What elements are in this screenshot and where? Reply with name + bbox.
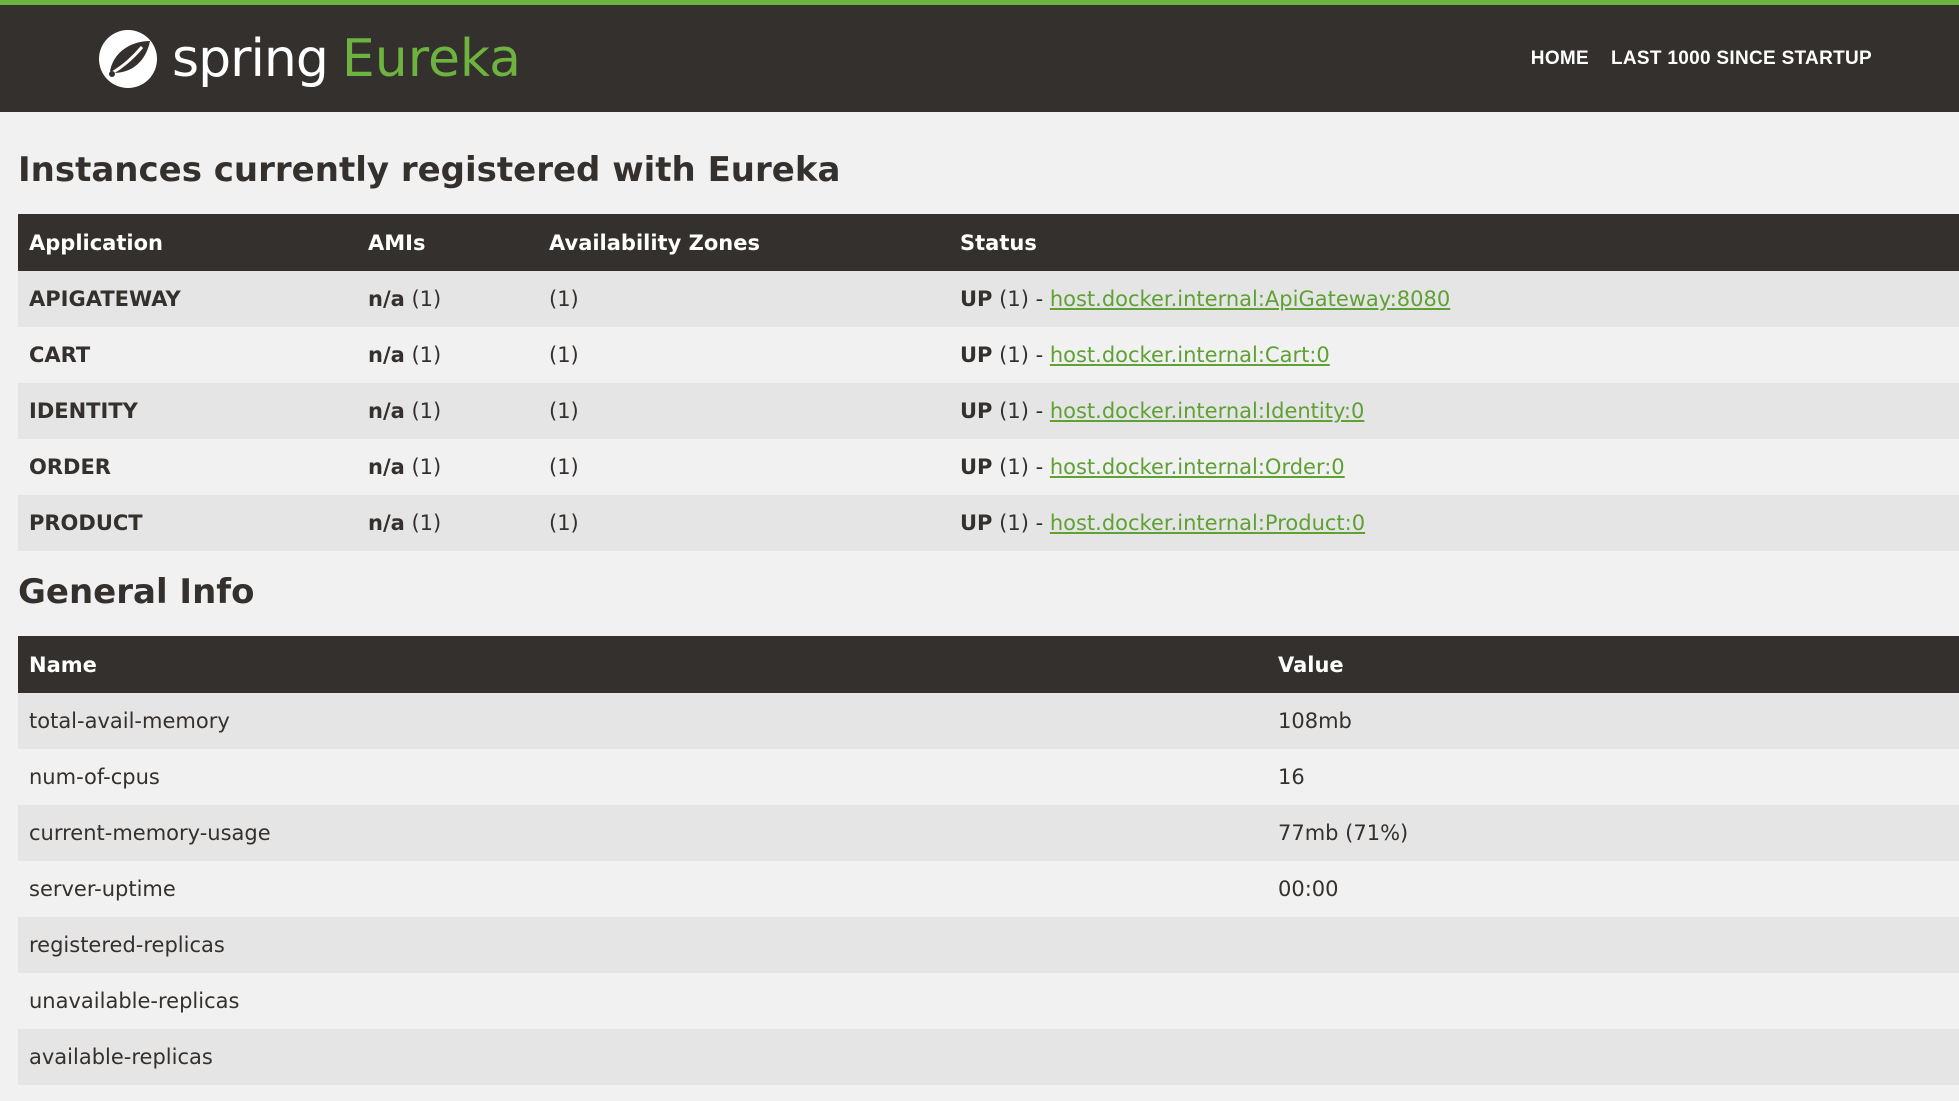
amis-cell: n/a (1)	[357, 271, 538, 327]
amis-count: (1)	[411, 343, 442, 367]
column-header-application: Application	[29, 230, 163, 255]
instance-link[interactable]: host.docker.internal:Order:0	[1050, 455, 1345, 479]
info-name: registered-replicas	[29, 933, 225, 957]
info-value: 00:00	[1278, 877, 1339, 901]
info-value: 108mb	[1278, 709, 1352, 733]
table-row: server-uptime 00:00	[18, 861, 1959, 917]
status-up-label: UP	[960, 287, 993, 311]
amis-cell: n/a (1)	[357, 383, 538, 439]
table-row: APIGATEWAY n/a (1) (1) UP (1) - host.doc…	[18, 271, 1959, 327]
table-row: PRODUCT n/a (1) (1) UP (1) - host.docker…	[18, 495, 1959, 551]
column-header-value: Value	[1278, 652, 1344, 677]
table-row: current-memory-usage 77mb (71%)	[18, 805, 1959, 861]
amis-label: n/a	[368, 343, 405, 367]
status-cell: UP (1) - host.docker.internal:Order:0	[949, 439, 1959, 495]
top-navbar: spring Eureka HOME LAST 1000 SINCE START…	[0, 0, 1959, 112]
zones-cell: (1)	[549, 287, 579, 311]
brand-logo[interactable]: spring Eureka	[96, 24, 521, 94]
instance-link[interactable]: host.docker.internal:ApiGateway:8080	[1050, 287, 1450, 311]
status-count: (1) -	[999, 343, 1044, 367]
application-name: ORDER	[29, 455, 111, 479]
info-name: current-memory-usage	[29, 821, 271, 845]
amis-cell: n/a (1)	[357, 495, 538, 551]
nav-last-1000-link[interactable]: LAST 1000 SINCE STARTUP	[1611, 48, 1872, 70]
zones-cell: (1)	[549, 399, 579, 423]
info-name: server-uptime	[29, 877, 176, 901]
instance-link[interactable]: host.docker.internal:Product:0	[1050, 511, 1365, 535]
zones-cell: (1)	[549, 455, 579, 479]
status-up-label: UP	[960, 455, 993, 479]
table-row: total-avail-memory 108mb	[18, 693, 1959, 749]
status-count: (1) -	[999, 511, 1044, 535]
table-row: available-replicas	[18, 1029, 1959, 1085]
info-name: total-avail-memory	[29, 709, 230, 733]
application-name: PRODUCT	[29, 511, 143, 535]
instance-link[interactable]: host.docker.internal:Cart:0	[1050, 343, 1330, 367]
status-count: (1) -	[999, 455, 1044, 479]
zones-cell: (1)	[549, 511, 579, 535]
amis-cell: n/a (1)	[357, 327, 538, 383]
zones-cell: (1)	[549, 343, 579, 367]
application-name: IDENTITY	[29, 399, 138, 423]
table-row: unavailable-replicas	[18, 973, 1959, 1029]
column-header-status: Status	[960, 230, 1037, 255]
spring-leaf-icon	[99, 30, 157, 88]
status-count: (1) -	[999, 399, 1044, 423]
column-header-zones: Availability Zones	[549, 230, 760, 255]
amis-count: (1)	[411, 399, 442, 423]
status-up-label: UP	[960, 511, 993, 535]
general-info-table: Name Value total-avail-memory 108mb num-…	[18, 636, 1959, 1085]
brand-eureka-text: Eureka	[341, 29, 521, 89]
status-count: (1) -	[999, 287, 1044, 311]
amis-label: n/a	[368, 399, 405, 423]
column-header-name: Name	[29, 652, 97, 677]
amis-cell: n/a (1)	[357, 439, 538, 495]
amis-count: (1)	[411, 287, 442, 311]
nav-home-link[interactable]: HOME	[1531, 48, 1589, 70]
table-row: registered-replicas	[18, 917, 1959, 973]
info-value	[1267, 1029, 1959, 1085]
table-header-row: Application AMIs Availability Zones Stat…	[18, 214, 1959, 271]
info-value	[1267, 973, 1959, 1029]
amis-label: n/a	[368, 287, 405, 311]
info-value: 16	[1278, 765, 1305, 789]
info-value	[1267, 917, 1959, 973]
application-name: CART	[29, 343, 91, 367]
status-cell: UP (1) - host.docker.internal:Product:0	[949, 495, 1959, 551]
table-row: num-of-cpus 16	[18, 749, 1959, 805]
amis-label: n/a	[368, 511, 405, 535]
info-name: unavailable-replicas	[29, 989, 240, 1013]
instance-link[interactable]: host.docker.internal:Identity:0	[1050, 399, 1365, 423]
general-info-title: General Info	[18, 572, 255, 612]
table-row: ORDER n/a (1) (1) UP (1) - host.docker.i…	[18, 439, 1959, 495]
instances-title: Instances currently registered with Eure…	[18, 150, 841, 190]
status-cell: UP (1) - host.docker.internal:ApiGateway…	[949, 271, 1959, 327]
top-nav: HOME LAST 1000 SINCE STARTUP	[1531, 48, 1872, 70]
status-up-label: UP	[960, 399, 993, 423]
status-cell: UP (1) - host.docker.internal:Cart:0	[949, 327, 1959, 383]
instances-table: Application AMIs Availability Zones Stat…	[18, 214, 1959, 551]
brand-spring-text: spring	[172, 29, 329, 89]
amis-count: (1)	[411, 455, 442, 479]
table-row: IDENTITY n/a (1) (1) UP (1) - host.docke…	[18, 383, 1959, 439]
info-value: 77mb (71%)	[1278, 821, 1409, 845]
table-row: CART n/a (1) (1) UP (1) - host.docker.in…	[18, 327, 1959, 383]
column-header-amis: AMIs	[368, 230, 426, 255]
info-name: available-replicas	[29, 1045, 213, 1069]
amis-count: (1)	[411, 511, 442, 535]
application-name: APIGATEWAY	[29, 287, 181, 311]
table-header-row: Name Value	[18, 636, 1959, 693]
status-cell: UP (1) - host.docker.internal:Identity:0	[949, 383, 1959, 439]
info-name: num-of-cpus	[29, 765, 160, 789]
amis-label: n/a	[368, 455, 405, 479]
status-up-label: UP	[960, 343, 993, 367]
